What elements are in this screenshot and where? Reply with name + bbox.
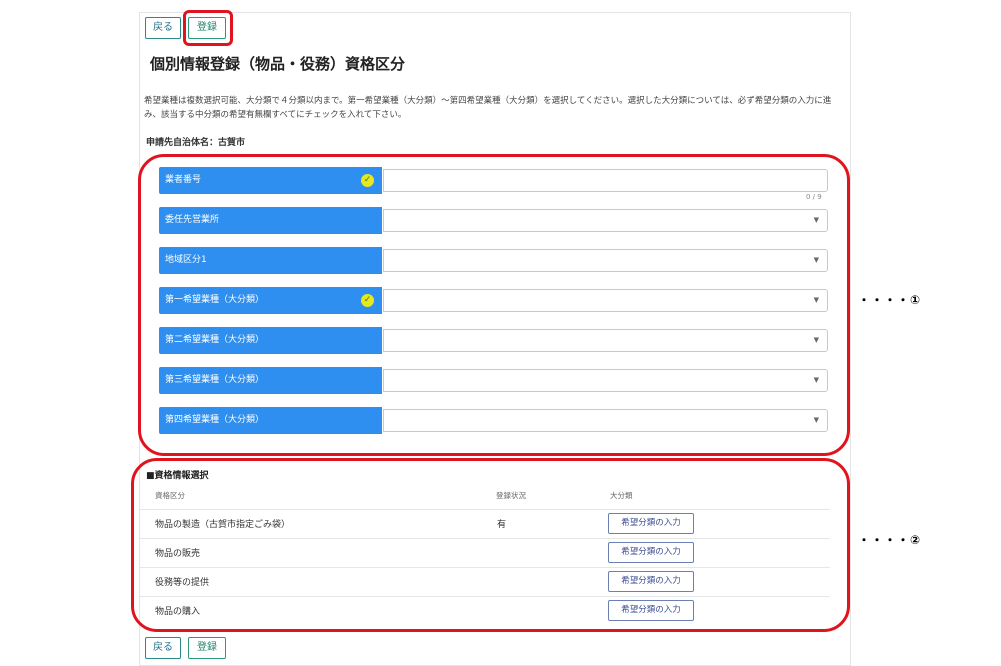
dropdown-caret-icon: ▼ [813, 336, 819, 344]
row-label-text: 第三希望業種（大分類） [165, 375, 265, 385]
qualification-name: 物品の製造（古賀市指定ごみ袋） [155, 520, 291, 530]
delegated-office-select[interactable]: ▼ [383, 209, 828, 232]
qualification-name: 物品の販売 [155, 549, 201, 559]
label-delegated-office: 委任先営業所 [159, 207, 382, 234]
vendor-number-input[interactable] [383, 169, 828, 192]
back-button-bottom[interactable]: 戻る [145, 637, 181, 659]
qualification-name: 役務等の提供 [155, 578, 210, 588]
row-label-text: 地域区分1 [165, 255, 207, 265]
dropdown-caret-icon: ▼ [813, 256, 819, 264]
back-button-top[interactable]: 戻る [145, 17, 181, 39]
header-major: 大分類 [610, 491, 633, 500]
dropdown-caret-icon: ▼ [813, 296, 819, 304]
register-highlight [183, 10, 233, 46]
fourth-preference-select[interactable]: ▼ [383, 409, 828, 432]
label-third-preference: 第三希望業種（大分類） [159, 367, 382, 394]
registration-status: 有 [497, 520, 507, 530]
dropdown-caret-icon: ▼ [813, 216, 819, 224]
row-label-text: 第四希望業種（大分類） [165, 415, 265, 425]
enter-preference-button-3[interactable]: 希望分類の入力 [608, 571, 694, 592]
label-first-preference: 第一希望業種（大分類） ✓ [159, 287, 382, 314]
row-divider [140, 567, 830, 568]
first-preference-select[interactable]: ▼ [383, 289, 828, 312]
row-divider [140, 596, 830, 597]
header-qualification: 資格区分 [155, 491, 185, 500]
check-icon: ✓ [361, 174, 374, 187]
qualification-name: 物品の購入 [155, 607, 201, 617]
label-second-preference: 第二希望業種（大分類） [159, 327, 382, 354]
region-select[interactable]: ▼ [383, 249, 828, 272]
enter-preference-button-4[interactable]: 希望分類の入力 [608, 600, 694, 621]
enter-preference-button-1[interactable]: 希望分類の入力 [608, 513, 694, 534]
label-region: 地域区分1 [159, 247, 382, 274]
label-vendor-number: 業者番号 ✓ [159, 167, 382, 194]
third-preference-select[interactable]: ▼ [383, 369, 828, 392]
header-status: 登録状況 [496, 491, 526, 500]
enter-preference-button-2[interactable]: 希望分類の入力 [608, 542, 694, 563]
row-label-text: 業者番号 [165, 175, 202, 185]
municipality-label: 申請先自治体名：古賀市 [146, 138, 246, 148]
second-preference-select[interactable]: ▼ [383, 329, 828, 352]
row-label-text: 第二希望業種（大分類） [165, 335, 265, 345]
row-label-text: 第一希望業種（大分類） [165, 295, 265, 305]
section-title: ■資格情報選択 [146, 471, 209, 481]
register-button-bottom[interactable]: 登録 [188, 637, 226, 659]
annotation-marker-2: ・・・・② [858, 533, 922, 547]
row-label-text: 委任先営業所 [165, 215, 220, 225]
char-counter: 0 / 9 [806, 193, 822, 201]
dropdown-caret-icon: ▼ [813, 376, 819, 384]
instruction-text: 希望業種は複数選択可能、大分類で４分類以内まで。第一希望業種（大分類）～第四希望… [144, 96, 832, 120]
qualification-highlight [131, 458, 850, 632]
check-icon: ✓ [361, 294, 374, 307]
page-title: 個別情報登録（物品・役務）資格区分 [150, 55, 406, 73]
row-divider [140, 538, 830, 539]
label-fourth-preference: 第四希望業種（大分類） [159, 407, 382, 434]
row-divider [140, 509, 830, 510]
dropdown-caret-icon: ▼ [813, 416, 819, 424]
annotation-marker-1: ・・・・① [858, 293, 922, 307]
